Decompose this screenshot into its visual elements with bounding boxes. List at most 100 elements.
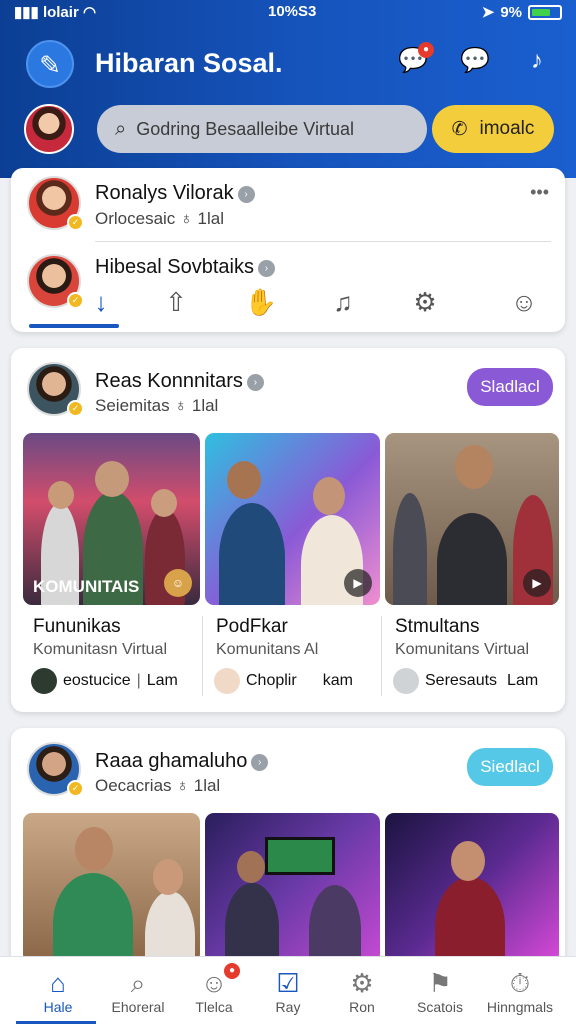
follow-button[interactable]: Sladlacl — [467, 368, 553, 406]
media-tile-3[interactable]: ▶ — [385, 433, 559, 605]
search-icon: ⌕ — [115, 117, 127, 140]
person-figure — [309, 885, 361, 963]
nav-explore[interactable]: ⌕ Ehoreral — [98, 957, 178, 1024]
phone-icon: ✆ — [451, 118, 468, 140]
person-head — [455, 445, 493, 489]
clock-icon: ♁ — [174, 396, 188, 415]
upload-icon[interactable]: ⇧ — [156, 286, 196, 318]
play-icon[interactable]: ▶ — [344, 569, 372, 597]
community-name[interactable]: Reas Konnnitars › — [95, 370, 264, 393]
mini-avatar[interactable] — [393, 668, 419, 694]
person-head — [151, 489, 177, 517]
friends-avatar-icon[interactable]: ☺ — [499, 286, 549, 318]
user-meta: Orlocesaic ♁ 1lal — [95, 209, 224, 228]
nav-tasks[interactable]: ☑ Ray — [248, 957, 328, 1024]
nav-label: Hinngmals — [486, 999, 554, 1015]
verified-badge-icon: ✓ — [67, 780, 84, 797]
check-icon: ☑ — [276, 968, 300, 998]
divider — [202, 616, 203, 696]
clock-icon: ♁ — [180, 209, 193, 228]
person-head — [227, 461, 261, 499]
nav-timer[interactable]: ⏱ Hinngmals — [480, 957, 560, 1024]
column-foot-1: eostucice | Lam — [31, 668, 178, 694]
user-name-2[interactable]: Hibesal Sovbtaiks › — [95, 256, 275, 279]
screen-image — [265, 837, 335, 875]
column-sub-3: Komunitans Virtual — [395, 641, 529, 658]
call-button[interactable]: ✆ imoalc — [432, 105, 554, 153]
home-icon: ⌂ — [50, 968, 66, 998]
media-tile-1[interactable]: KOMUNITAIS ☺ — [23, 433, 200, 605]
nav-label: Ehoreral — [111, 999, 165, 1015]
media-tile-5[interactable] — [205, 813, 380, 963]
app-logo-icon[interactable]: ✎ — [26, 40, 74, 88]
check-icon: › — [246, 374, 264, 391]
person-head — [237, 851, 265, 883]
mini-avatar[interactable] — [214, 668, 240, 694]
nav-home[interactable]: ⌂ Hale — [18, 957, 98, 1024]
nav-profile[interactable]: ☺ Tlelca ● — [174, 957, 254, 1024]
community-card-2: ✓ Raaa ghamaluho › Oecacrias ♁ 1lal Siedl… — [11, 728, 565, 968]
person-head — [451, 841, 485, 881]
community-meta-2: Oecacrias ♁ 1lal — [95, 776, 221, 795]
person-figure — [393, 493, 427, 605]
media-tile-2[interactable]: ▶ — [205, 433, 380, 605]
check-icon: › — [251, 754, 269, 771]
nav-label: Ron — [349, 999, 375, 1015]
action-tab-row: ↓ ⇧ ✋ ♫ ⚙ ☺ — [11, 278, 565, 330]
column-title-1[interactable]: Fununikas — [33, 616, 121, 638]
download-icon[interactable]: ↓ — [81, 286, 121, 318]
status-right: ➤ 9% — [482, 3, 562, 21]
media-tile-4[interactable] — [23, 813, 200, 963]
verified-badge-icon: ✓ — [67, 400, 84, 417]
active-tab-indicator — [29, 324, 119, 328]
nav-label: Scatois — [417, 999, 463, 1015]
status-time: 10%S3 — [268, 3, 317, 20]
separator: | — [136, 672, 141, 689]
person-figure — [219, 503, 285, 605]
messages-icon[interactable]: 💬 — [458, 44, 492, 78]
location-icon: ➤ — [481, 4, 495, 21]
status-bar: ▮▮▮ lolair ◠ 10%S3 ➤ 9% — [0, 0, 576, 26]
column-extra-2: kam — [322, 672, 353, 689]
tile-caption: KOMUNITAIS — [33, 577, 140, 596]
check-icon: › — [257, 260, 275, 277]
gear-icon: ⚙ — [350, 968, 374, 998]
my-avatar[interactable] — [24, 104, 74, 154]
gear-icon[interactable]: ⚙ — [405, 286, 445, 318]
column-user-3: Seresauts — [425, 672, 498, 689]
community-card: ✓ Reas Konnnitars › Seiemitas ♁ 1lal Slad… — [11, 348, 565, 712]
person-head — [153, 859, 183, 895]
person-figure — [437, 513, 507, 605]
search-icon: ⌕ — [130, 968, 146, 998]
person-head — [95, 461, 129, 497]
nav-settings[interactable]: ⚙ Ron — [322, 957, 402, 1024]
chat-notification-badge: ● — [418, 42, 434, 58]
search-bar[interactable]: ⌕ — [97, 105, 427, 153]
flag-icon: ⚑ — [428, 968, 452, 998]
media-tile-6[interactable] — [385, 813, 559, 963]
nav-flags[interactable]: ⚑ Scatois — [400, 957, 480, 1024]
column-sub-2: Komunitans Al — [216, 641, 319, 658]
follow-button-2[interactable]: Siedlacl — [467, 748, 553, 786]
mini-avatar[interactable] — [31, 668, 57, 694]
search-input[interactable] — [136, 118, 397, 140]
wifi-icon: ◠ — [82, 4, 97, 21]
person-figure — [225, 883, 279, 963]
music-note-icon[interactable]: ♪ — [520, 44, 554, 78]
column-sub-1: Komunitasn Virtual — [33, 641, 167, 658]
user-name[interactable]: Ronalys Vilorak › — [95, 182, 255, 205]
person-head — [75, 827, 113, 871]
profile-icon: ☺ — [200, 968, 228, 998]
verified-badge-icon: ✓ — [67, 214, 84, 231]
music-icon[interactable]: ♫ — [323, 286, 363, 318]
column-title-2[interactable]: PodFkar — [216, 616, 288, 638]
hand-icon[interactable]: ✋ — [241, 286, 281, 318]
community-name-2[interactable]: Raaa ghamaluho › — [95, 750, 269, 773]
more-options-icon[interactable]: ••• — [530, 182, 549, 203]
nav-label: Tlelca — [195, 999, 233, 1015]
column-extra-1: Lam — [146, 672, 178, 689]
play-icon[interactable]: ▶ — [523, 569, 551, 597]
nav-label: Ray — [275, 999, 301, 1015]
column-title-3[interactable]: Stmultans — [395, 616, 479, 638]
clock-icon: ♁ — [176, 776, 190, 795]
